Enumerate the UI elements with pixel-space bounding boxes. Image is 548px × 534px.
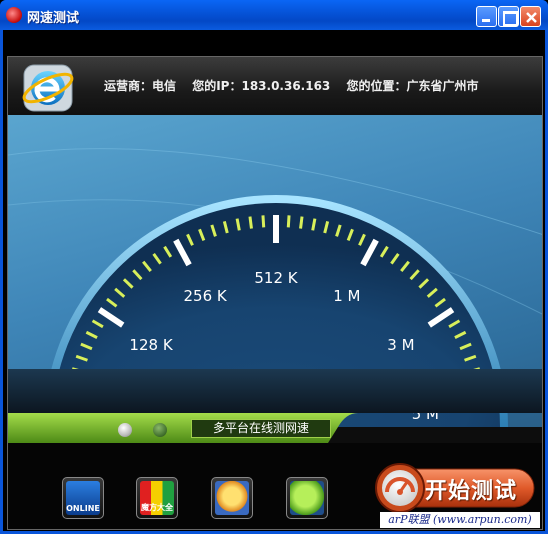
ie-logo-icon bbox=[22, 64, 74, 112]
gauge-base bbox=[8, 369, 542, 413]
indicator-dot[interactable] bbox=[153, 423, 167, 437]
minimize-button[interactable] bbox=[476, 6, 497, 27]
app-cartoon[interactable] bbox=[211, 477, 253, 519]
platform-label: 多平台在线测网速 bbox=[191, 419, 331, 438]
app-window: 网速测试 运营商：电信 您的IP：183.0.36.163 您的位置：广东省广州… bbox=[0, 0, 548, 534]
app-logo-icon bbox=[6, 7, 22, 23]
client-area: 运营商：电信 您的IP：183.0.36.163 您的位置：广东省广州市 128… bbox=[3, 30, 545, 531]
close-icon bbox=[526, 12, 537, 23]
start-button-label: 开始测试 bbox=[425, 479, 518, 504]
speed-test-panel: 运营商：电信 您的IP：183.0.36.163 您的位置：广东省广州市 128… bbox=[7, 56, 543, 530]
green-bird-icon bbox=[290, 481, 324, 515]
window-title: 网速测试 bbox=[27, 11, 80, 26]
start-test-button[interactable]: 开始测试 bbox=[370, 461, 538, 513]
info-header: 运营商：电信 您的IP：183.0.36.163 您的位置：广东省广州市 bbox=[8, 57, 542, 115]
rubiks-cube-icon: 魔方大全 bbox=[140, 481, 174, 515]
close-button[interactable] bbox=[520, 6, 541, 27]
connection-info: 运营商：电信 您的IP：183.0.36.163 您的位置：广东省广州市 bbox=[104, 77, 491, 94]
dial-label: 128 K bbox=[129, 336, 173, 354]
title-bar[interactable]: 网速测试 bbox=[0, 0, 548, 30]
location-text: 您的位置：广东省广州市 bbox=[346, 79, 479, 93]
dial-label: 256 K bbox=[183, 287, 227, 305]
app-green-bird[interactable] bbox=[286, 477, 328, 519]
app-label-online: ONLINE bbox=[66, 504, 100, 513]
minor-tick bbox=[299, 216, 304, 229]
dial-label: 1 M bbox=[333, 287, 360, 305]
dial-label: 512 K bbox=[254, 269, 298, 287]
translate-online-icon: ONLINE bbox=[66, 481, 100, 515]
carrier-text: 运营商：电信 bbox=[104, 79, 177, 93]
maximize-button[interactable] bbox=[498, 6, 519, 27]
indicator-dot-active[interactable] bbox=[118, 423, 132, 437]
ip-text: 您的IP：183.0.36.163 bbox=[192, 79, 331, 93]
cartoon-face-icon bbox=[215, 481, 249, 515]
dial-label: 3 M bbox=[387, 336, 414, 354]
app-translate-online[interactable]: ONLINE bbox=[62, 477, 104, 519]
app-rubiks-cube[interactable]: 魔方大全 bbox=[136, 477, 178, 519]
watermark-text: arP联盟 (www.arpun.com) bbox=[380, 512, 540, 528]
minor-tick bbox=[286, 215, 291, 228]
minor-tick bbox=[261, 215, 266, 228]
app-label-cube: 魔方大全 bbox=[141, 503, 173, 512]
minor-tick bbox=[248, 216, 253, 229]
